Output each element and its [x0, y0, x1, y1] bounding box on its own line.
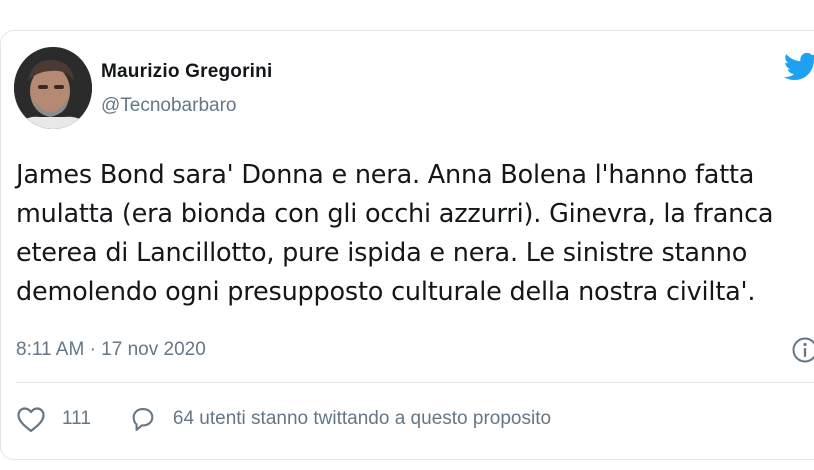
tweet-text-line: eterea di Lancillotto, pure ispida e ner…: [16, 238, 748, 268]
divider: [16, 382, 814, 383]
reply-button[interactable]: 64 utenti stanno twittando a questo prop…: [129, 405, 551, 433]
tweet-actions: 111 64 utenti stanno twittando a questo …: [16, 404, 551, 434]
tweet-text-line: demolendo ogni presupposto culturale del…: [16, 277, 756, 307]
info-icon[interactable]: [791, 336, 814, 364]
reply-label: 64 utenti stanno twittando a questo prop…: [172, 408, 552, 429]
twitter-bird-icon[interactable]: [784, 52, 814, 82]
author-handle[interactable]: @Tecnobarbaro: [101, 95, 236, 117]
avatar[interactable]: [14, 47, 92, 129]
heart-icon: [17, 407, 45, 432]
speech-bubble-icon: [132, 408, 154, 431]
tweet-text: James Bond sara' Donna e nera. Anna Bole…: [16, 156, 806, 312]
avatar-photo: [14, 47, 92, 129]
tweet-text-line: James Bond sara' Donna e nera. Anna Bole…: [16, 160, 755, 190]
author-name[interactable]: Maurizio Gregorini: [101, 61, 272, 83]
like-button[interactable]: 111: [16, 405, 91, 433]
like-count: 111: [62, 408, 91, 429]
tweet-timestamp[interactable]: 8:11 AM · 17 nov 2020: [16, 339, 206, 361]
tweet-text-line: mulatta (era bionda con gli occhi azzurr…: [16, 199, 774, 229]
